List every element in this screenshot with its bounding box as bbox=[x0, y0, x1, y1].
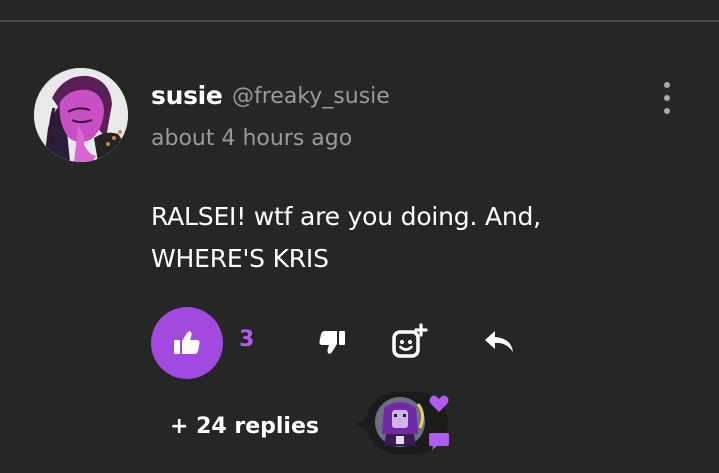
more-options-button[interactable] bbox=[655, 82, 679, 114]
divider bbox=[0, 20, 719, 22]
reply-preview[interactable] bbox=[356, 388, 456, 460]
dislike-button[interactable] bbox=[316, 326, 348, 358]
more-vertical-icon bbox=[664, 82, 670, 88]
add-reaction-button[interactable] bbox=[390, 323, 430, 361]
reply-icon bbox=[485, 331, 513, 352]
user-avatar[interactable] bbox=[34, 68, 128, 162]
view-replies-link[interactable]: + 24 replies bbox=[170, 414, 319, 439]
thumbs-up-icon bbox=[174, 331, 200, 354]
add-reaction-icon bbox=[392, 323, 428, 358]
comment-text: RALSEI! wtf are you doing. And, WHERE'S … bbox=[151, 202, 541, 273]
avatar-image bbox=[34, 68, 128, 162]
like-count: 3 bbox=[239, 327, 255, 352]
chat-bubble-icon bbox=[429, 433, 449, 450]
like-button[interactable] bbox=[151, 307, 223, 379]
reply-button[interactable] bbox=[481, 326, 517, 358]
comment-card: susie @freaky_susie about 4 hours ago RA… bbox=[0, 0, 719, 473]
heart-icon bbox=[429, 395, 449, 412]
username[interactable]: susie bbox=[151, 81, 223, 110]
user-handle[interactable]: @freaky_susie bbox=[232, 84, 390, 109]
timestamp: about 4 hours ago bbox=[151, 126, 353, 151]
more-vertical-icon-dot bbox=[664, 95, 670, 101]
thumbs-down-icon bbox=[319, 331, 345, 354]
more-vertical-icon-dot bbox=[664, 108, 670, 114]
